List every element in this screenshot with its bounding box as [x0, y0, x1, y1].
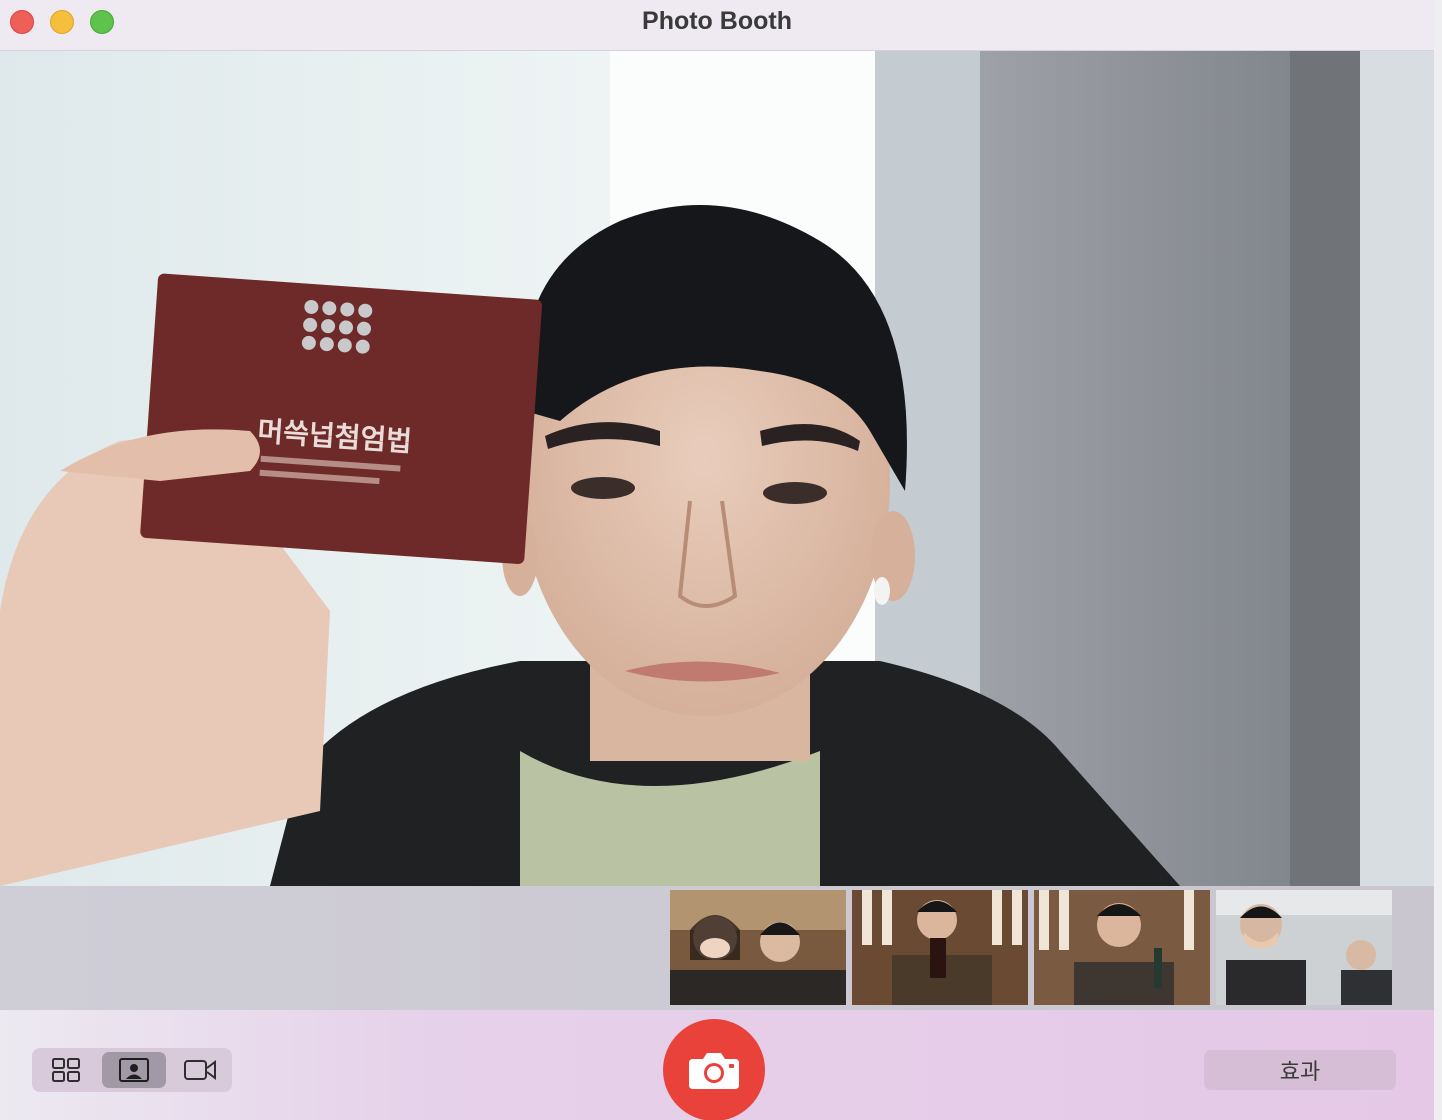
grid-icon: [52, 1058, 80, 1082]
grid-view-button[interactable]: [34, 1052, 98, 1088]
effects-button[interactable]: 효과: [1204, 1050, 1396, 1090]
single-photo-view-button[interactable]: [102, 1052, 166, 1088]
camera-icon: [689, 1053, 739, 1089]
camera-feed-image: 머쓱넙첨엄법: [0, 51, 1434, 886]
camera-preview: 머쓱넙첨엄법: [0, 51, 1434, 886]
take-photo-button[interactable]: [663, 1019, 765, 1120]
thumbnail-3[interactable]: [1034, 890, 1210, 1005]
thumbnail-2[interactable]: [852, 890, 1028, 1005]
photo-booth-window: Photo Booth 머쓱넙첨엄법 효과: [0, 0, 1434, 1120]
video-mode-button[interactable]: [168, 1052, 232, 1088]
view-mode-selector: [32, 1048, 232, 1092]
single-photo-icon: [119, 1058, 149, 1082]
control-bar: 효과: [0, 1010, 1434, 1120]
thumbnail-4[interactable]: [1216, 890, 1392, 1005]
thumbnail-1[interactable]: [670, 890, 846, 1005]
video-camera-icon: [184, 1060, 216, 1080]
desktop-edge: [1434, 0, 1442, 1120]
window-title: Photo Booth: [642, 7, 792, 35]
title-bar[interactable]: Photo Booth: [0, 0, 1434, 51]
photo-strip: [0, 886, 1434, 1010]
